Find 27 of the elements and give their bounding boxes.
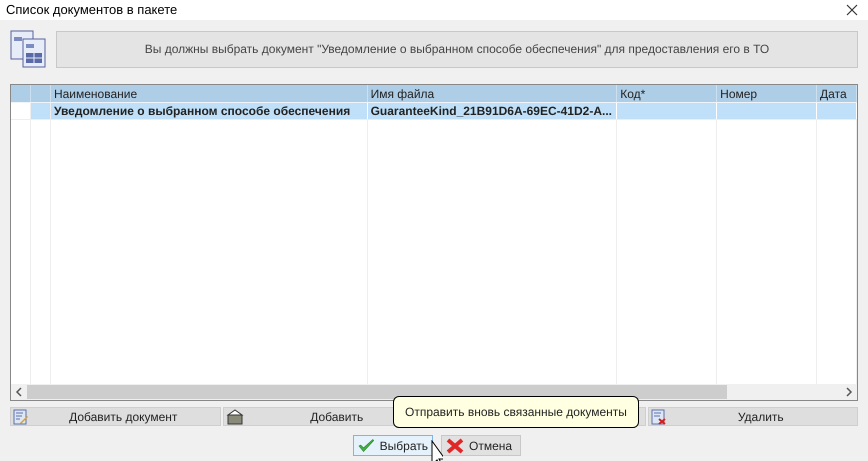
column-header[interactable]: Номер [717,85,818,102]
check-icon [358,438,375,454]
box-icon [226,408,244,424]
table-row[interactable]: Уведомление о выбранном способе обеспечения GuaranteeKind_21B91D6A-69EC-41D2-A... [11,103,857,120]
close-icon[interactable] [846,4,858,16]
tooltip: Отправить вновь связанные документы [393,396,639,428]
documents-icon [10,29,46,69]
scrollbar-thumb[interactable] [27,385,727,399]
cancel-icon [446,438,464,454]
window-title: Список документов в пакете [6,1,178,20]
table-cell: Уведомление о выбранном способе обеспечения [54,103,350,119]
cancel-button[interactable]: Отмена [441,435,521,456]
mouse-cursor-icon [431,440,443,461]
scroll-left-icon[interactable] [15,387,23,397]
column-header[interactable]: Дата [817,85,857,102]
horizontal-scrollbar[interactable] [11,384,857,400]
edit-document-icon [13,408,29,424]
column-header[interactable]: Код* [617,85,718,102]
table-cell: GuaranteeKind_21B91D6A-69EC-41D2-A... [370,103,612,119]
select-button[interactable]: Выбрать [353,435,433,456]
delete-document-icon [650,408,666,424]
toolbar-button[interactable]: Удалить [648,407,858,426]
message-panel: Вы должны выбрать документ "Уведомление о выбранном способе обеспечения" для предоставления его в ТО [56,30,858,68]
scroll-right-icon[interactable] [845,387,853,397]
column-header[interactable]: Наименование [50,85,368,102]
toolbar-button[interactable]: Добавить документ [10,407,220,426]
column-header[interactable]: Имя файла [368,85,618,102]
